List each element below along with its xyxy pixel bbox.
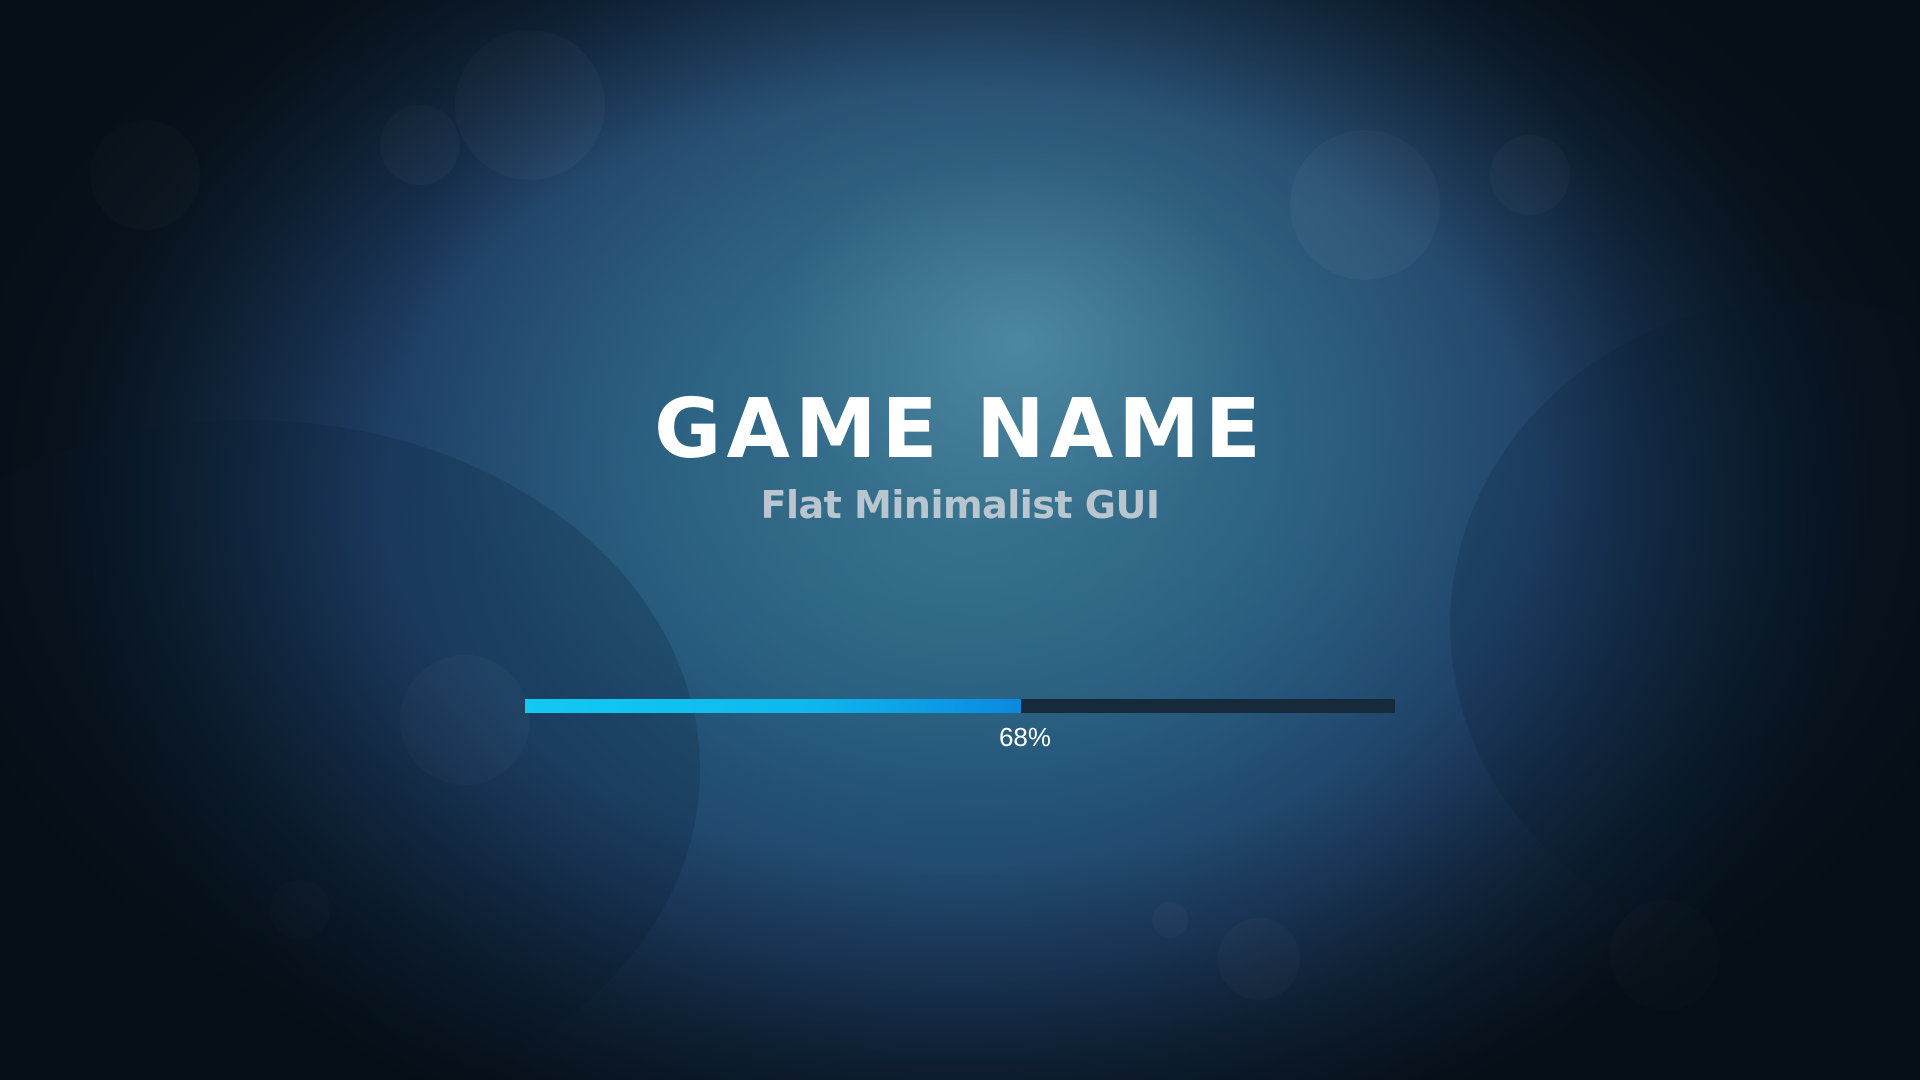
background-bubble xyxy=(90,120,200,230)
loading-screen: GAME NAME Flat Minimalist GUI 68% xyxy=(0,0,1920,1080)
background-bubble xyxy=(1490,135,1570,215)
loading-progress-label: 68% xyxy=(998,722,1052,752)
game-title: GAME NAME xyxy=(654,382,1266,477)
background-bubble xyxy=(380,105,460,185)
loading-progress-bar xyxy=(525,699,1395,713)
background-bubble xyxy=(1290,130,1440,280)
background-bubble xyxy=(1152,902,1188,938)
background-bubble xyxy=(455,30,605,180)
game-subtitle: Flat Minimalist GUI xyxy=(760,483,1160,527)
loading-progress-fill xyxy=(525,699,1021,713)
title-block: GAME NAME Flat Minimalist GUI xyxy=(0,380,1920,530)
background-bubble xyxy=(1218,918,1300,1000)
